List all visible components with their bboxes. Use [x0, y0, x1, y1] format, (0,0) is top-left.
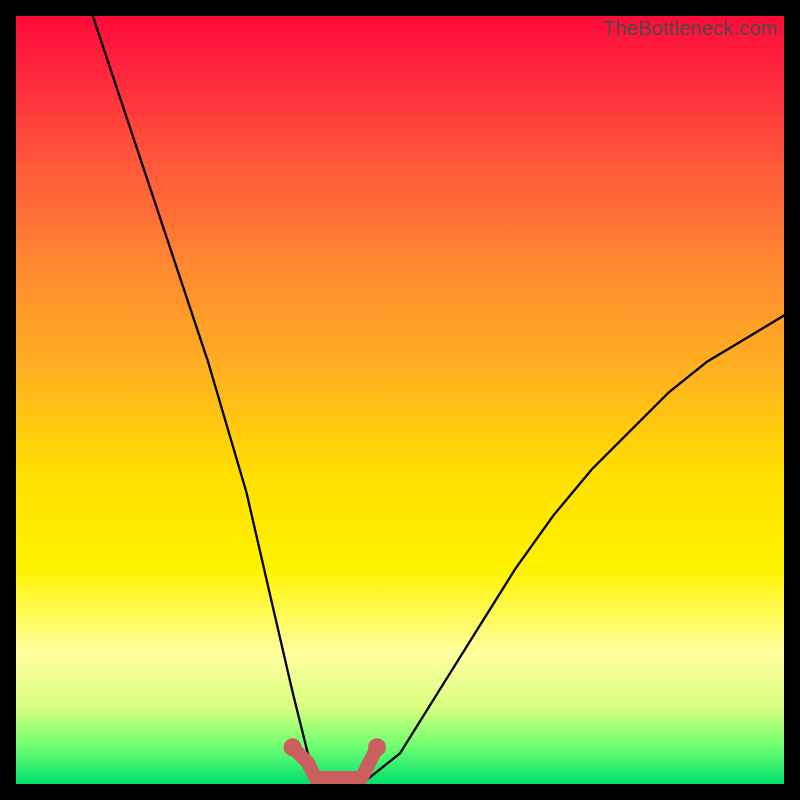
bottleneck-curve-path — [93, 16, 784, 784]
optimal-dot — [301, 756, 315, 770]
curve-svg — [16, 16, 784, 784]
optimal-dot — [362, 756, 376, 770]
chart-frame: TheBottleneck.com — [0, 0, 800, 800]
plot-area — [16, 16, 784, 784]
optimal-dot — [284, 738, 302, 756]
optimal-dot — [368, 738, 386, 756]
